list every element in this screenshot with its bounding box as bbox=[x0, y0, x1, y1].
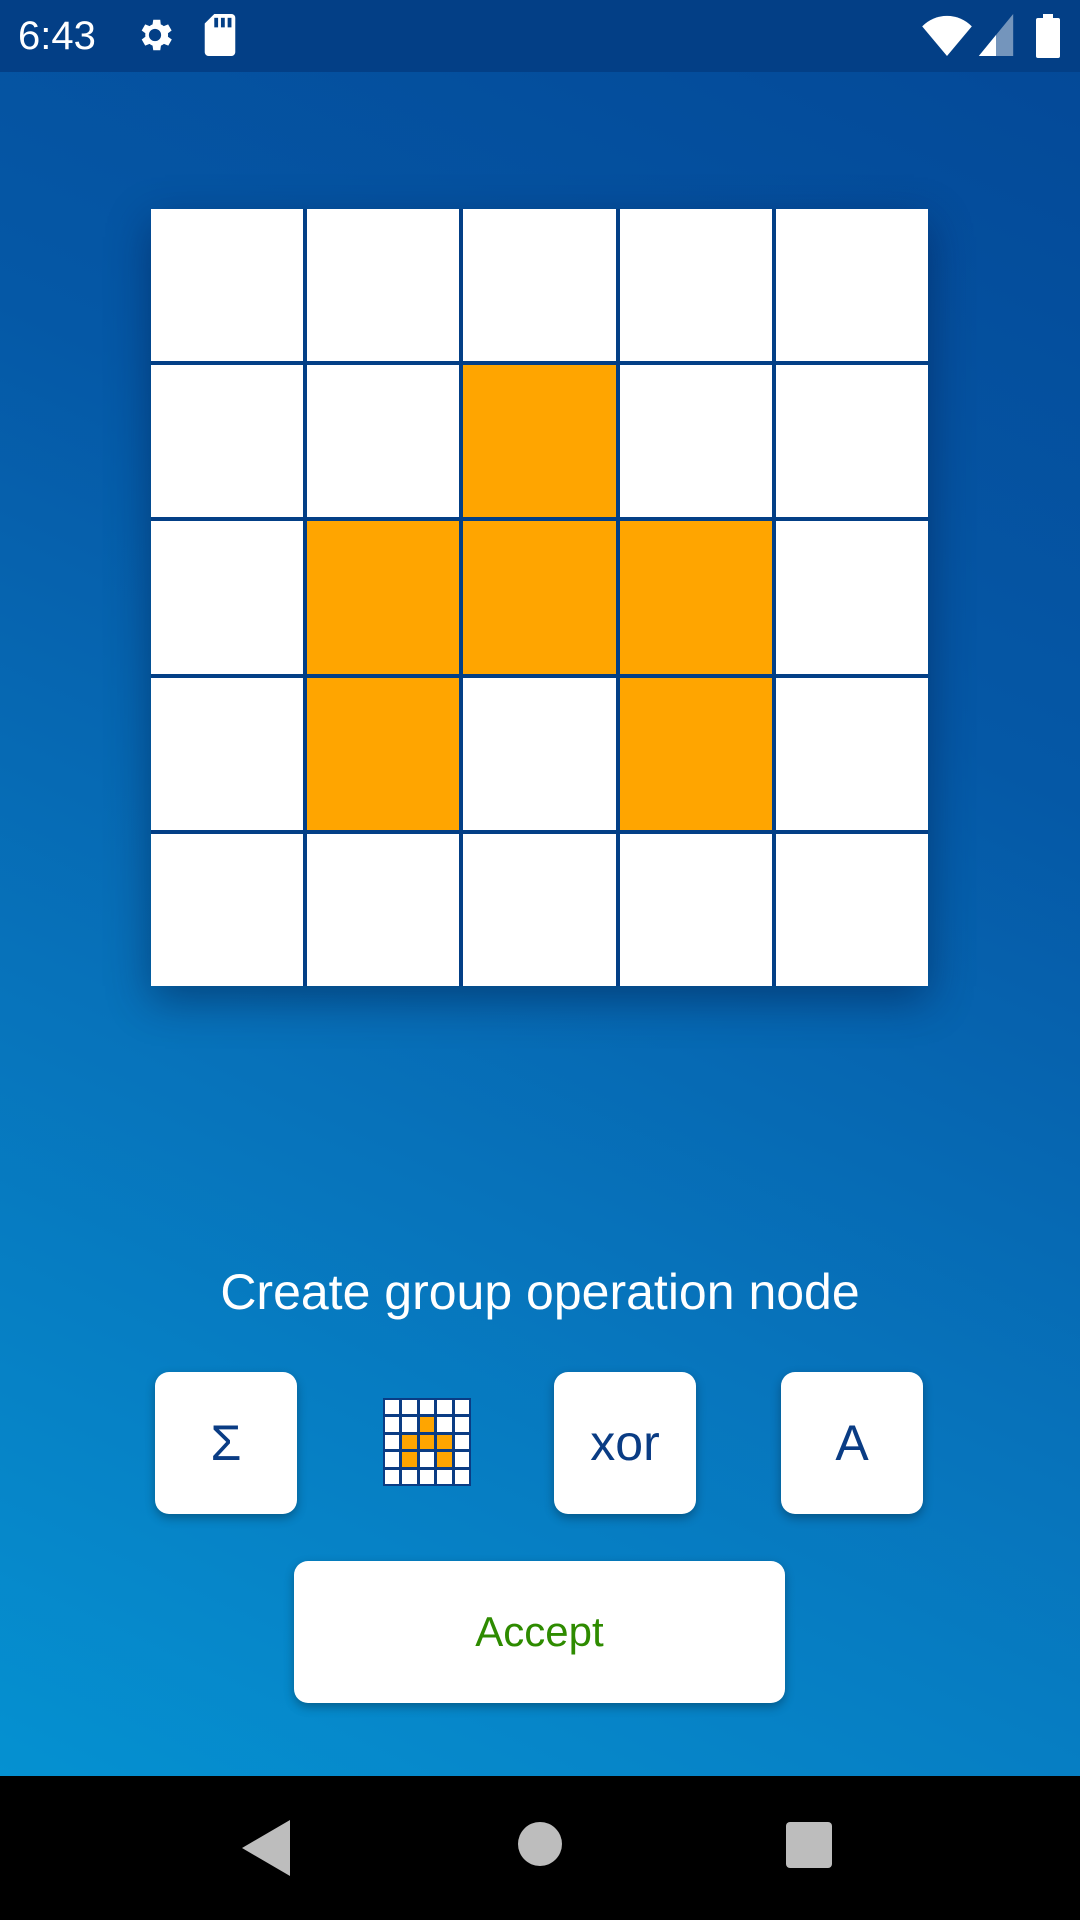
grid-cell[interactable] bbox=[307, 365, 460, 518]
mini-grid-cell bbox=[402, 1434, 417, 1450]
grid-cell[interactable] bbox=[463, 677, 616, 830]
accept-label: Accept bbox=[475, 1608, 604, 1655]
home-icon[interactable] bbox=[518, 1822, 562, 1871]
app-screen: 6:43 Create group operation node Σ xor A… bbox=[0, 0, 1080, 1776]
mini-grid-cell bbox=[385, 1469, 400, 1484]
grid-cell[interactable] bbox=[151, 677, 304, 830]
mini-grid-cell bbox=[402, 1452, 417, 1467]
grid-cell[interactable] bbox=[619, 209, 772, 362]
grid-cell[interactable] bbox=[151, 365, 304, 518]
mini-grid-cell bbox=[419, 1452, 435, 1467]
grid-cell[interactable] bbox=[775, 365, 928, 518]
mini-grid-cell bbox=[419, 1469, 435, 1484]
grid-cell[interactable] bbox=[151, 209, 304, 362]
xor-label: xor bbox=[590, 1415, 660, 1471]
grid-cell[interactable] bbox=[307, 833, 460, 986]
mini-grid-cell bbox=[419, 1434, 435, 1450]
grid-cell[interactable] bbox=[775, 833, 928, 986]
grid-cell[interactable] bbox=[619, 365, 772, 518]
caption-text: Create group operation node bbox=[220, 1264, 860, 1320]
grid-cell[interactable] bbox=[307, 677, 460, 830]
a-label: A bbox=[835, 1415, 869, 1471]
a-button[interactable]: A bbox=[781, 1372, 923, 1514]
cell-signal-icon bbox=[978, 14, 1014, 61]
grid-cell[interactable] bbox=[463, 833, 616, 986]
grid-cell[interactable] bbox=[775, 677, 928, 830]
grid-cell[interactable] bbox=[463, 209, 616, 362]
mini-grid-cell bbox=[437, 1452, 452, 1467]
grid-cell[interactable] bbox=[775, 521, 928, 674]
sum-label: Σ bbox=[210, 1415, 242, 1471]
mini-grid-cell bbox=[419, 1400, 435, 1415]
status-time: 6:43 bbox=[18, 14, 96, 58]
mini-grid-cell bbox=[437, 1417, 452, 1432]
mini-grid-cell bbox=[454, 1469, 469, 1484]
recents-icon[interactable] bbox=[786, 1822, 832, 1873]
battery-icon bbox=[1036, 14, 1060, 63]
status-bar: 6:43 bbox=[0, 0, 1080, 72]
grid-cell[interactable] bbox=[619, 833, 772, 986]
mini-grid-cell bbox=[402, 1469, 417, 1484]
grid-cell[interactable] bbox=[463, 365, 616, 518]
navigation-bar bbox=[0, 1776, 1080, 1920]
grid-cell[interactable] bbox=[151, 833, 304, 986]
xor-button[interactable]: xor bbox=[554, 1372, 696, 1514]
grid-pattern-icon[interactable] bbox=[383, 1398, 471, 1486]
mini-grid-cell bbox=[437, 1469, 452, 1484]
sum-button[interactable]: Σ bbox=[155, 1372, 297, 1514]
grid-cell[interactable] bbox=[619, 521, 772, 674]
mini-grid-cell bbox=[437, 1400, 452, 1415]
mini-grid-cell bbox=[454, 1434, 469, 1450]
back-icon[interactable] bbox=[242, 1820, 290, 1881]
mini-grid-cell bbox=[402, 1400, 417, 1415]
mini-grid-cell bbox=[437, 1434, 452, 1450]
grid-cell[interactable] bbox=[151, 521, 304, 674]
mini-grid-cell bbox=[385, 1434, 400, 1450]
settings-icon bbox=[134, 14, 176, 61]
grid-cell[interactable] bbox=[775, 209, 928, 362]
grid-cell[interactable] bbox=[463, 521, 616, 674]
mini-grid-cell bbox=[385, 1417, 400, 1432]
mini-grid-cell bbox=[454, 1417, 469, 1432]
grid-cell[interactable] bbox=[619, 677, 772, 830]
grid-cell[interactable] bbox=[307, 209, 460, 362]
sd-card-icon bbox=[204, 14, 236, 61]
mini-grid-cell bbox=[402, 1417, 417, 1432]
wifi-icon bbox=[922, 14, 972, 61]
mini-grid-cell bbox=[454, 1452, 469, 1467]
mini-grid-cell bbox=[385, 1400, 400, 1415]
mini-grid-cell bbox=[385, 1452, 400, 1467]
pixel-grid bbox=[151, 209, 928, 986]
grid-cell[interactable] bbox=[307, 521, 460, 674]
accept-button[interactable]: Accept bbox=[294, 1561, 785, 1703]
mini-grid-cell bbox=[419, 1417, 435, 1432]
mini-grid-cell bbox=[454, 1400, 469, 1415]
